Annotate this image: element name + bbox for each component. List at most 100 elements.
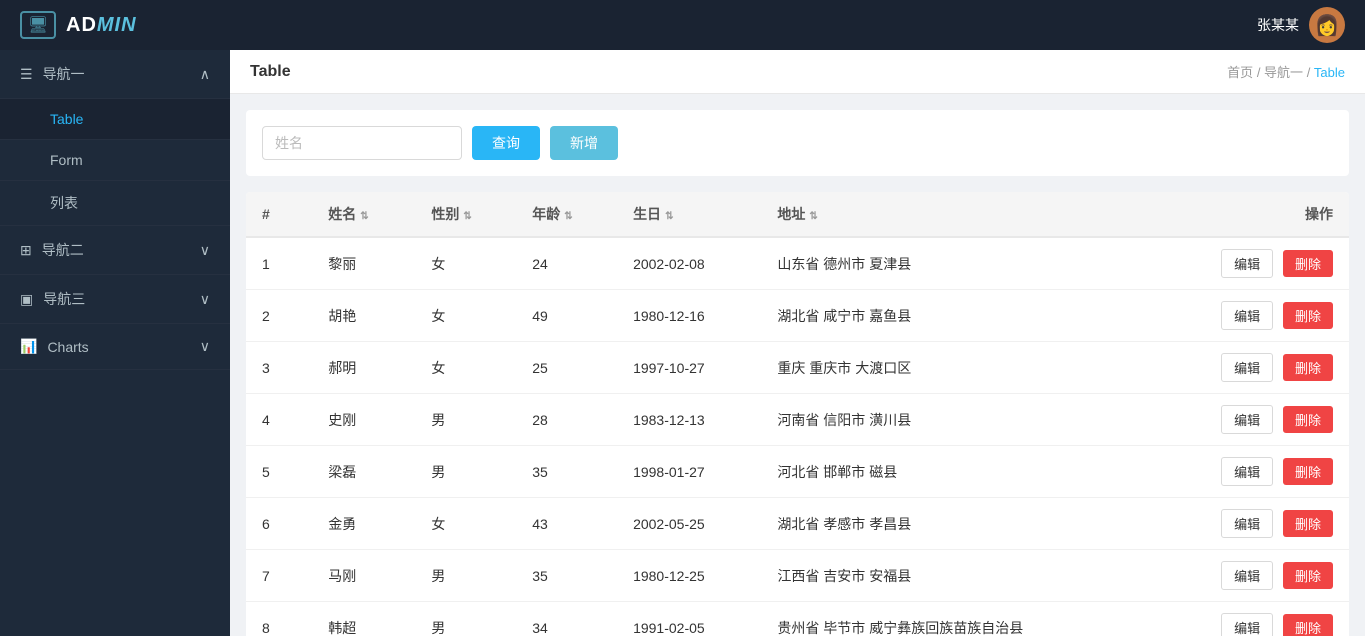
- cell-ops: 编辑 删除: [1148, 394, 1349, 446]
- sidebar-item-nav2[interactable]: ⊞ 导航二 ∨: [0, 226, 230, 275]
- page-title: Table: [250, 63, 291, 81]
- delete-button[interactable]: 删除: [1283, 250, 1333, 277]
- cell-ops: 编辑 删除: [1148, 498, 1349, 550]
- edit-button[interactable]: 编辑: [1221, 613, 1273, 636]
- logo: 🖥 ADMIN: [20, 11, 137, 39]
- cell-ops: 编辑 删除: [1148, 237, 1349, 290]
- cell-address: 湖北省 咸宁市 嘉鱼县: [761, 290, 1148, 342]
- table-label: Table: [50, 111, 83, 127]
- cell-name: 黎丽: [312, 237, 415, 290]
- cell-id: 4: [246, 394, 312, 446]
- delete-button[interactable]: 删除: [1283, 510, 1333, 537]
- table-row: 1 黎丽 女 24 2002-02-08 山东省 德州市 夏津县 编辑 删除: [246, 237, 1349, 290]
- cell-birthday: 2002-05-25: [617, 498, 761, 550]
- cell-age: 43: [516, 498, 617, 550]
- breadcrumb: 首页 / 导航一 / Table: [1227, 62, 1345, 81]
- cell-age: 34: [516, 602, 617, 636]
- nav2-icon: ⊞: [20, 242, 32, 259]
- sidebar: ☰ 导航一 ∧ Table Form 列表 ⊞ 导航二 ∨ ▣ 导航三: [0, 50, 230, 636]
- cell-gender: 女: [415, 498, 516, 550]
- cell-address: 江西省 吉安市 安福县: [761, 550, 1148, 602]
- table-header-row: # 姓名⇅ 性别⇅ 年龄⇅ 生日⇅ 地址⇅ 操作: [246, 192, 1349, 237]
- edit-button[interactable]: 编辑: [1221, 561, 1273, 590]
- cell-birthday: 1998-01-27: [617, 446, 761, 498]
- sort-name-icon: ⇅: [360, 211, 368, 222]
- cell-age: 35: [516, 446, 617, 498]
- cell-birthday: 2002-02-08: [617, 237, 761, 290]
- user-info: 张某某 👩: [1257, 7, 1345, 43]
- sidebar-item-nav3[interactable]: ▣ 导航三 ∨: [0, 275, 230, 324]
- chevron-down-icon: ∨: [200, 242, 210, 259]
- edit-button[interactable]: 编辑: [1221, 457, 1273, 486]
- app-header: 🖥 ADMIN 张某某 👩: [0, 0, 1365, 50]
- cell-address: 河南省 信阳市 潢川县: [761, 394, 1148, 446]
- delete-button[interactable]: 删除: [1283, 458, 1333, 485]
- form-label: Form: [50, 152, 83, 168]
- list-label: 列表: [50, 195, 78, 211]
- col-birthday[interactable]: 生日⇅: [617, 192, 761, 237]
- breadcrumb-nav: 导航一: [1264, 65, 1303, 80]
- charts-icon: 📊: [20, 338, 37, 355]
- cell-name: 梁磊: [312, 446, 415, 498]
- nav1-icon: ☰: [20, 66, 33, 83]
- sidebar-item-nav1[interactable]: ☰ 导航一 ∧: [0, 50, 230, 99]
- delete-button[interactable]: 删除: [1283, 302, 1333, 329]
- cell-gender: 男: [415, 446, 516, 498]
- cell-name: 马刚: [312, 550, 415, 602]
- delete-button[interactable]: 删除: [1283, 354, 1333, 381]
- cell-birthday: 1983-12-13: [617, 394, 761, 446]
- monitor-icon: 🖥: [20, 11, 56, 39]
- cell-gender: 男: [415, 550, 516, 602]
- delete-button[interactable]: 删除: [1283, 406, 1333, 433]
- edit-button[interactable]: 编辑: [1221, 405, 1273, 434]
- breadcrumb-bar: Table 首页 / 导航一 / Table: [230, 50, 1365, 94]
- sidebar-item-list[interactable]: 列表: [0, 181, 230, 226]
- cell-address: 湖北省 孝感市 孝昌县: [761, 498, 1148, 550]
- cell-gender: 女: [415, 342, 516, 394]
- cell-address: 山东省 德州市 夏津县: [761, 237, 1148, 290]
- cell-ops: 编辑 删除: [1148, 550, 1349, 602]
- table-row: 6 金勇 女 43 2002-05-25 湖北省 孝感市 孝昌县 编辑 删除: [246, 498, 1349, 550]
- delete-button[interactable]: 删除: [1283, 614, 1333, 636]
- sidebar-item-charts[interactable]: 📊 Charts ∨: [0, 324, 230, 370]
- cell-name: 胡艳: [312, 290, 415, 342]
- table-row: 2 胡艳 女 49 1980-12-16 湖北省 咸宁市 嘉鱼县 编辑 删除: [246, 290, 1349, 342]
- edit-button[interactable]: 编辑: [1221, 301, 1273, 330]
- cell-id: 1: [246, 237, 312, 290]
- cell-gender: 男: [415, 602, 516, 636]
- col-address[interactable]: 地址⇅: [761, 192, 1148, 237]
- chevron-down-icon3: ∨: [200, 338, 210, 355]
- cell-ops: 编辑 删除: [1148, 446, 1349, 498]
- col-age[interactable]: 年龄⇅: [516, 192, 617, 237]
- nav3-icon: ▣: [20, 291, 33, 308]
- chevron-up-icon: ∧: [200, 66, 210, 83]
- cell-name: 金勇: [312, 498, 415, 550]
- edit-button[interactable]: 编辑: [1221, 509, 1273, 538]
- cell-age: 35: [516, 550, 617, 602]
- edit-button[interactable]: 编辑: [1221, 353, 1273, 382]
- col-gender[interactable]: 性别⇅: [415, 192, 516, 237]
- cell-id: 8: [246, 602, 312, 636]
- edit-button[interactable]: 编辑: [1221, 249, 1273, 278]
- nav3-label: 导航三: [43, 289, 85, 309]
- cell-gender: 女: [415, 237, 516, 290]
- sort-address-icon: ⇅: [809, 211, 817, 222]
- col-id: #: [246, 192, 312, 237]
- cell-ops: 编辑 删除: [1148, 342, 1349, 394]
- chevron-down-icon2: ∨: [200, 291, 210, 308]
- cell-birthday: 1980-12-16: [617, 290, 761, 342]
- cell-id: 3: [246, 342, 312, 394]
- delete-button[interactable]: 删除: [1283, 562, 1333, 589]
- query-button[interactable]: 查询: [472, 126, 540, 160]
- breadcrumb-current: Table: [1314, 65, 1345, 80]
- nav1-label: 导航一: [43, 64, 85, 84]
- table-row: 3 郝明 女 25 1997-10-27 重庆 重庆市 大渡口区 编辑 删除: [246, 342, 1349, 394]
- nav2-label: 导航二: [42, 240, 84, 260]
- search-input[interactable]: [262, 126, 462, 160]
- sidebar-item-table[interactable]: Table: [0, 99, 230, 140]
- sort-birthday-icon: ⇅: [665, 211, 673, 222]
- cell-age: 49: [516, 290, 617, 342]
- col-name[interactable]: 姓名⇅: [312, 192, 415, 237]
- sidebar-item-form[interactable]: Form: [0, 140, 230, 181]
- add-button[interactable]: 新增: [550, 126, 618, 160]
